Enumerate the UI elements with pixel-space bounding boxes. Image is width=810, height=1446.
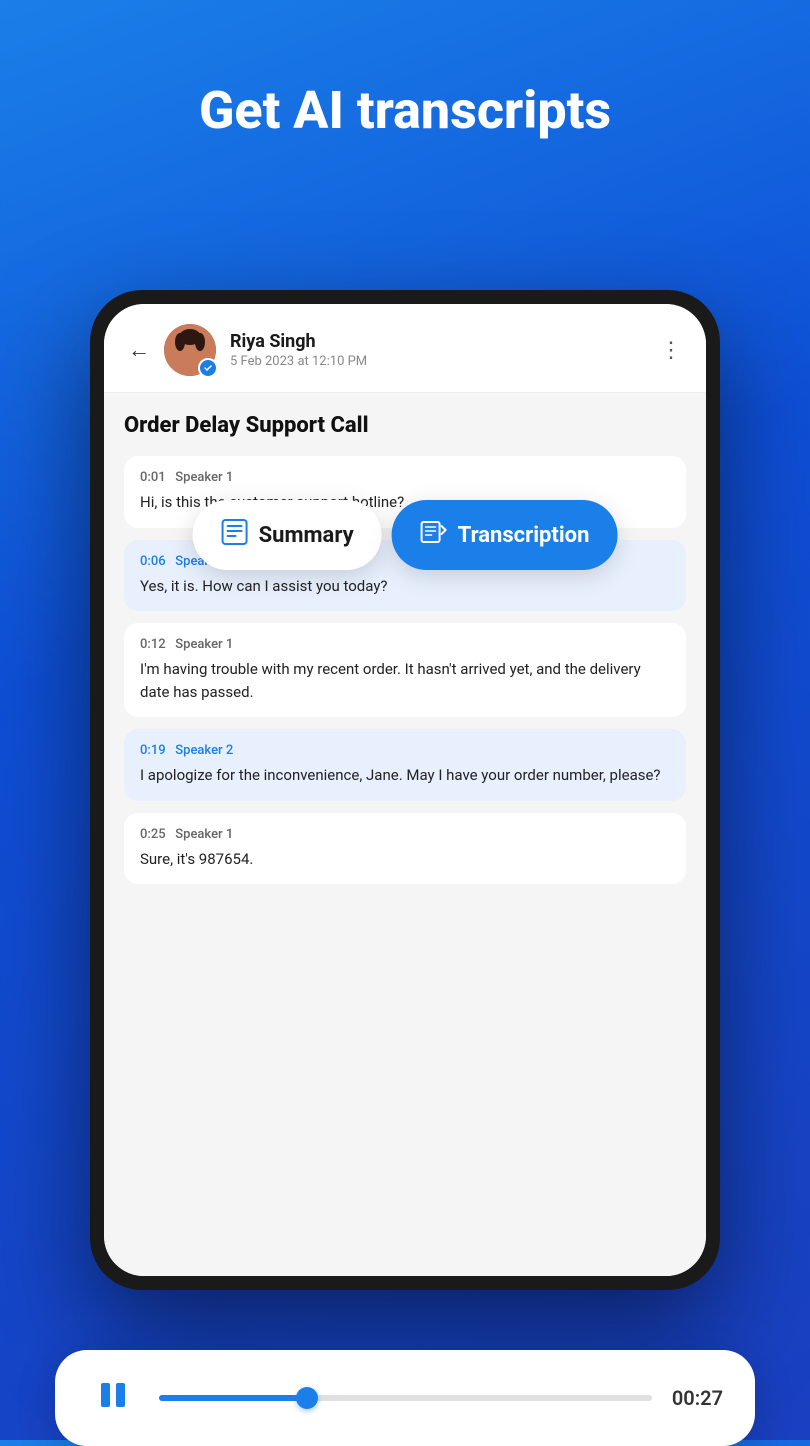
more-button[interactable]: ⋮ <box>660 338 682 363</box>
entry-text: I'm having trouble with my recent order.… <box>140 658 670 703</box>
summary-tab[interactable]: Summary <box>193 500 382 570</box>
call-info: Riya Singh 5 Feb 2023 at 12:10 PM <box>230 331 646 369</box>
progress-fill <box>159 1395 307 1401</box>
transcript-entry: 0:25 Speaker 1 Sure, it's 987654. <box>124 813 686 885</box>
call-date: 5 Feb 2023 at 12:10 PM <box>230 354 646 369</box>
player-bar: 00:27 <box>55 1350 755 1446</box>
summary-icon <box>221 518 249 552</box>
entry-text: Yes, it is. How can I assist you today? <box>140 575 670 598</box>
entry-text: I apologize for the inconvenience, Jane.… <box>140 764 670 787</box>
transcription-icon <box>420 518 448 552</box>
play-pause-button[interactable] <box>87 1372 139 1424</box>
avatar-wrap <box>164 324 216 376</box>
tabs-container: Summary Transcription <box>193 500 618 570</box>
transcript-entry: 0:19 Speaker 2 I apologize for the incon… <box>124 729 686 801</box>
hero-title: Get AI transcripts <box>0 0 810 202</box>
progress-thumb[interactable] <box>296 1387 318 1409</box>
caller-name: Riya Singh <box>230 331 646 352</box>
call-title: Order Delay Support Call <box>124 413 686 438</box>
avatar-badge <box>198 358 218 378</box>
transcript-entry: 0:12 Speaker 1 I'm having trouble with m… <box>124 623 686 717</box>
phone-frame: ← <box>90 290 720 1290</box>
entry-meta: 0:12 Speaker 1 <box>140 637 670 652</box>
entry-meta: 0:01 Speaker 1 <box>140 470 670 485</box>
summary-tab-label: Summary <box>259 523 354 548</box>
back-button[interactable]: ← <box>128 337 150 363</box>
progress-track[interactable] <box>159 1395 652 1401</box>
phone-screen: ← <box>104 304 706 1276</box>
call-header: ← <box>104 304 706 393</box>
time-display: 00:27 <box>672 1386 723 1410</box>
entry-meta: 0:25 Speaker 1 <box>140 827 670 842</box>
transcription-tab-label: Transcription <box>458 523 590 548</box>
transcription-tab[interactable]: Transcription <box>392 500 618 570</box>
entry-meta: 0:19 Speaker 2 <box>140 743 670 758</box>
entry-text: Sure, it's 987654. <box>140 848 670 871</box>
pause-icon <box>91 1373 135 1424</box>
